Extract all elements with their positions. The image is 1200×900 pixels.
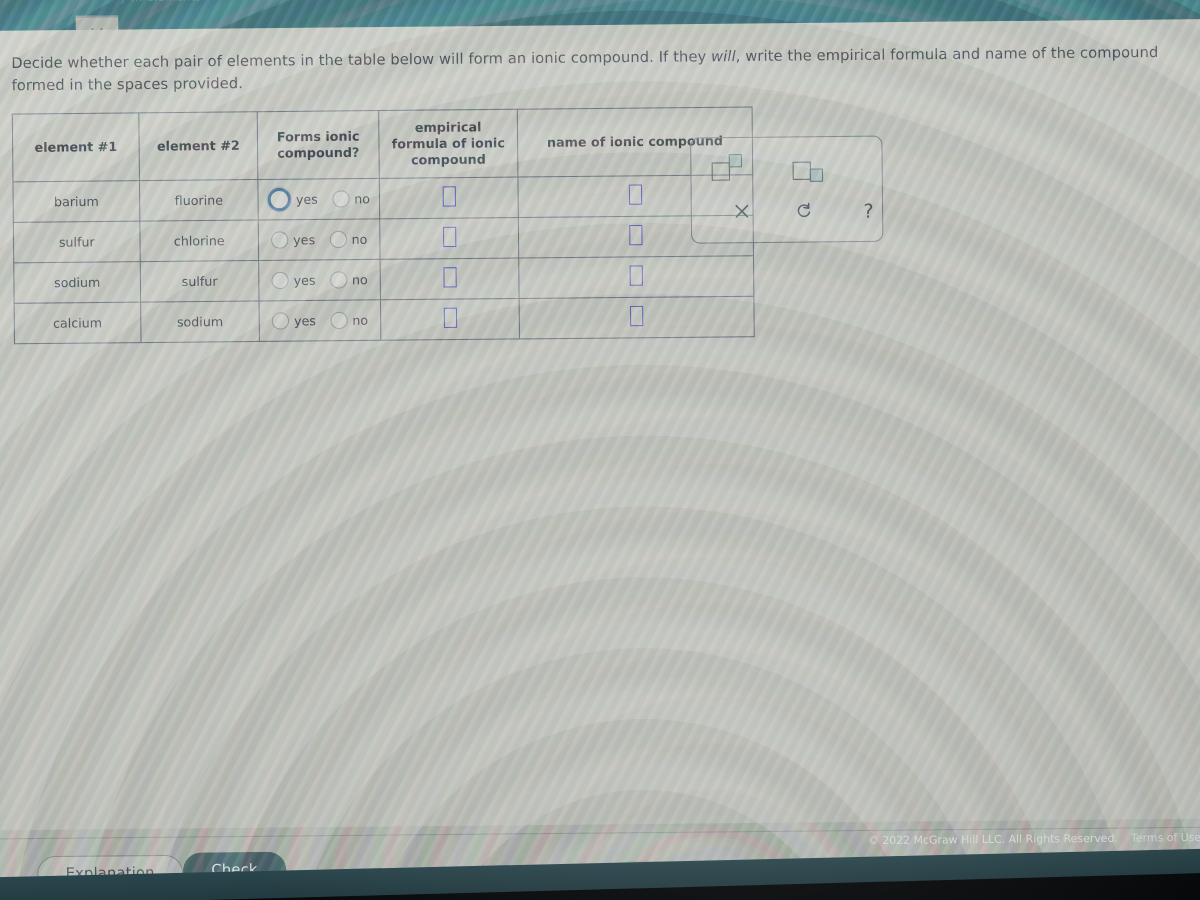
cell-empirical-formula [379,177,519,219]
forms-ionic-radio-group[interactable]: yes no [258,187,379,212]
cell-compound-name [519,296,755,339]
ionic-compound-table-wrapper: element #1 element #2 Forms ionic compou… [12,106,755,344]
table-row: sulfur chlorine yes no [13,215,754,263]
element2-label: sodium [176,313,224,330]
cell-element1: sulfur [13,221,141,263]
subscript-base-square [792,161,811,180]
cell-element2: sulfur [140,260,260,303]
empirical-formula-input[interactable] [442,186,456,207]
radio-yes-label[interactable]: yes [294,313,316,328]
cell-element1: barium [12,180,140,223]
radio-yes[interactable] [270,231,289,249]
column-header-element1: element #1 [12,112,140,182]
ionic-compound-table: element #1 element #2 Forms ionic compou… [12,106,755,344]
column-header-empirical-formula: empirical formula of ionic compound [378,109,518,179]
compound-name-input[interactable] [629,305,644,327]
help-question-icon[interactable]: ? [855,200,881,222]
radio-yes-label[interactable]: yes [294,273,316,288]
element2-label: fluorine [174,192,224,209]
palette-format-row [691,142,900,193]
column-header-element2: element #2 [138,111,258,181]
subscript-icon[interactable] [790,153,825,182]
element1-label: calcium [52,315,103,331]
page-content: Decide whether each pair of elements in … [0,19,1200,893]
radio-yes-label[interactable]: yes [293,232,315,247]
browser-tab-text: y ... elements [120,0,202,4]
cell-element2: fluorine [139,179,259,222]
cell-forms-ionic: yes no [259,299,381,342]
prompt-part-1: Decide whether each pair of elements in … [11,49,712,73]
palette-action-row: ? [692,188,919,237]
superscript-base-square [711,162,730,181]
superscript-exponent-square [728,154,743,168]
undo-arrow-icon[interactable] [792,200,819,224]
forms-ionic-radio-group[interactable]: yes no [259,230,380,249]
radio-yes[interactable] [271,271,289,290]
cell-element1: sodium [13,261,141,304]
terms-of-use-link[interactable]: Terms of Use [1131,830,1200,844]
radio-no-label[interactable]: no [351,232,367,247]
element1-label: sodium [53,274,101,291]
empirical-formula-input[interactable] [443,307,457,329]
page-root: y ... elements ••• Decide whether each p… [0,0,1200,900]
radio-no-label[interactable]: no [354,191,370,206]
cell-empirical-formula [379,217,519,260]
radio-yes-label[interactable]: yes [296,192,318,207]
question-prompt: Decide whether each pair of elements in … [11,42,1185,99]
forms-ionic-radio-group[interactable]: yes no [259,271,380,290]
radio-no[interactable] [331,190,350,208]
radio-no-label[interactable]: no [352,313,368,328]
radio-no-label[interactable]: no [352,272,368,287]
table-row: barium fluorine yes no [12,174,754,223]
element2-label: sulfur [181,273,218,290]
answer-toolbar-palette: ? [690,135,884,244]
page-surface: Decide whether each pair of elements in … [0,0,1200,900]
table-head: element #1 element #2 Forms ionic compou… [12,106,753,182]
cell-element1: calcium [14,302,142,344]
forms-ionic-radio-group[interactable]: yes no [260,311,381,330]
element1-label: sulfur [58,234,95,250]
column-header-forms-ionic: Forms ionic compound? [257,110,380,180]
element1-label: barium [53,193,99,210]
cell-forms-ionic: yes no [258,259,381,301]
cell-compound-name [518,255,754,299]
empirical-formula-input[interactable] [442,267,457,288]
table-body: barium fluorine yes no sulfur chlorine y… [12,174,755,344]
compound-name-input[interactable] [629,224,643,246]
element2-label: chlorine [173,232,225,249]
table-header-row: element #1 element #2 Forms ionic compou… [12,106,753,182]
cell-element2: chlorine [139,220,259,262]
prompt-emphasis: will [711,48,736,66]
copyright-text: © 2022 McGraw Hill LLC. All Rights Reser… [867,831,1118,847]
radio-no[interactable] [329,230,347,249]
radio-no[interactable] [329,311,348,330]
empirical-formula-input[interactable] [442,226,456,248]
table-row: sodium sulfur yes no [13,255,754,304]
compound-name-input[interactable] [628,184,643,205]
superscript-icon[interactable] [709,154,744,183]
subscript-index-square [809,168,824,182]
clear-x-icon[interactable] [728,201,755,225]
cell-element2: sodium [140,300,260,343]
cell-forms-ionic: yes no [258,218,381,261]
table-row: calcium sodium yes no [14,296,755,344]
compound-name-input[interactable] [629,265,643,286]
cell-empirical-formula [380,298,520,341]
radio-yes[interactable] [271,312,290,330]
radio-yes[interactable] [267,187,291,212]
photographed-screen: y ... elements ••• Decide whether each p… [0,0,1200,900]
cell-empirical-formula [380,257,520,300]
radio-no[interactable] [329,271,347,289]
cell-forms-ionic: yes no [257,178,380,221]
